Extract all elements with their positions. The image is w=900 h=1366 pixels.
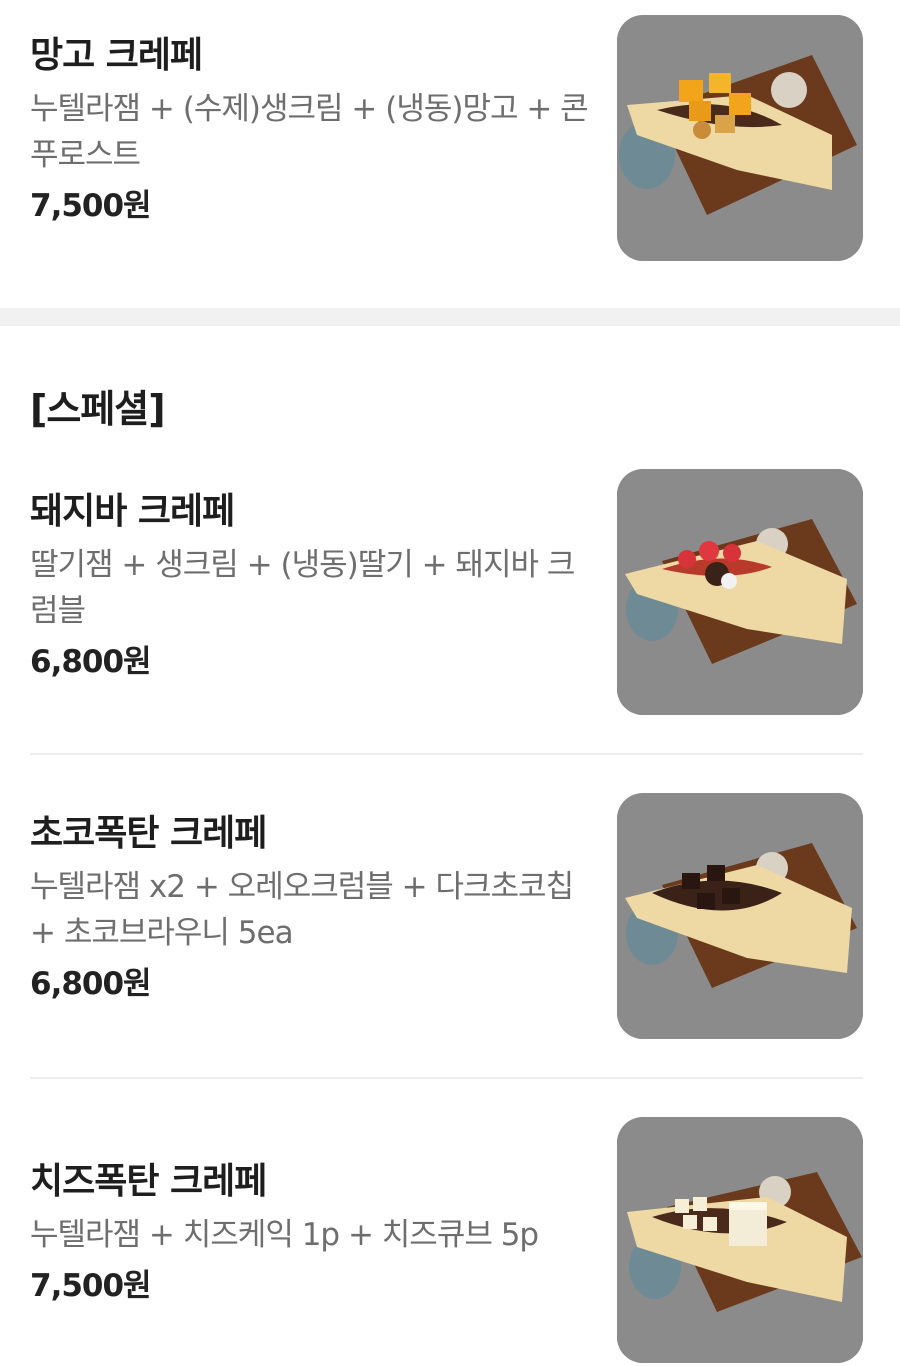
item-description: 누텔라잼 x2 + 오레오크럼블 + 다크초코칩 + 초코브라우니 5ea [30, 869, 574, 951]
item-name: 치즈폭탄 크레페 [30, 1161, 267, 1202]
item-name: 초코폭탄 크레페 [30, 813, 267, 854]
item-divider [30, 753, 863, 755]
item-description: 누텔라잼 + 치즈케익 1p + 치즈큐브 5p [30, 1217, 539, 1253]
section-title: [스페셜] [30, 387, 166, 431]
item-thumbnail [617, 469, 863, 715]
item-name: 돼지바 크레페 [30, 491, 235, 532]
item-price: 7,500원 [30, 1268, 152, 1304]
item-thumbnail [617, 15, 863, 261]
item-price: 6,800원 [30, 644, 152, 680]
section-divider [0, 308, 900, 326]
item-price: 7,500원 [30, 188, 152, 224]
item-price: 6,800원 [30, 966, 152, 1002]
item-name: 망고 크레페 [30, 35, 203, 76]
item-divider [30, 1077, 863, 1079]
item-description: 딸기잼 + 생크림 + (냉동)딸기 + 돼지바 크럼블 [30, 547, 575, 629]
item-description: 누텔라잼 + (수제)생크림 + (냉동)망고 + 콘푸로스트 [30, 91, 589, 173]
item-thumbnail [617, 1117, 863, 1363]
item-thumbnail [617, 793, 863, 1039]
